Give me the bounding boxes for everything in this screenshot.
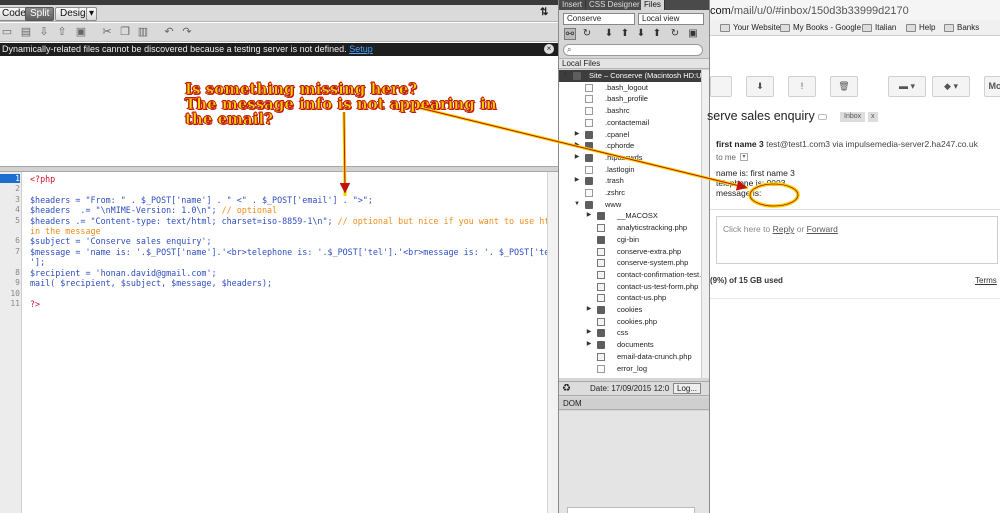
annotation-arrow-right-outline bbox=[419, 107, 744, 187]
annotation-overlay bbox=[0, 106, 800, 208]
annotation-highlight-ellipse-outline bbox=[749, 183, 799, 207]
